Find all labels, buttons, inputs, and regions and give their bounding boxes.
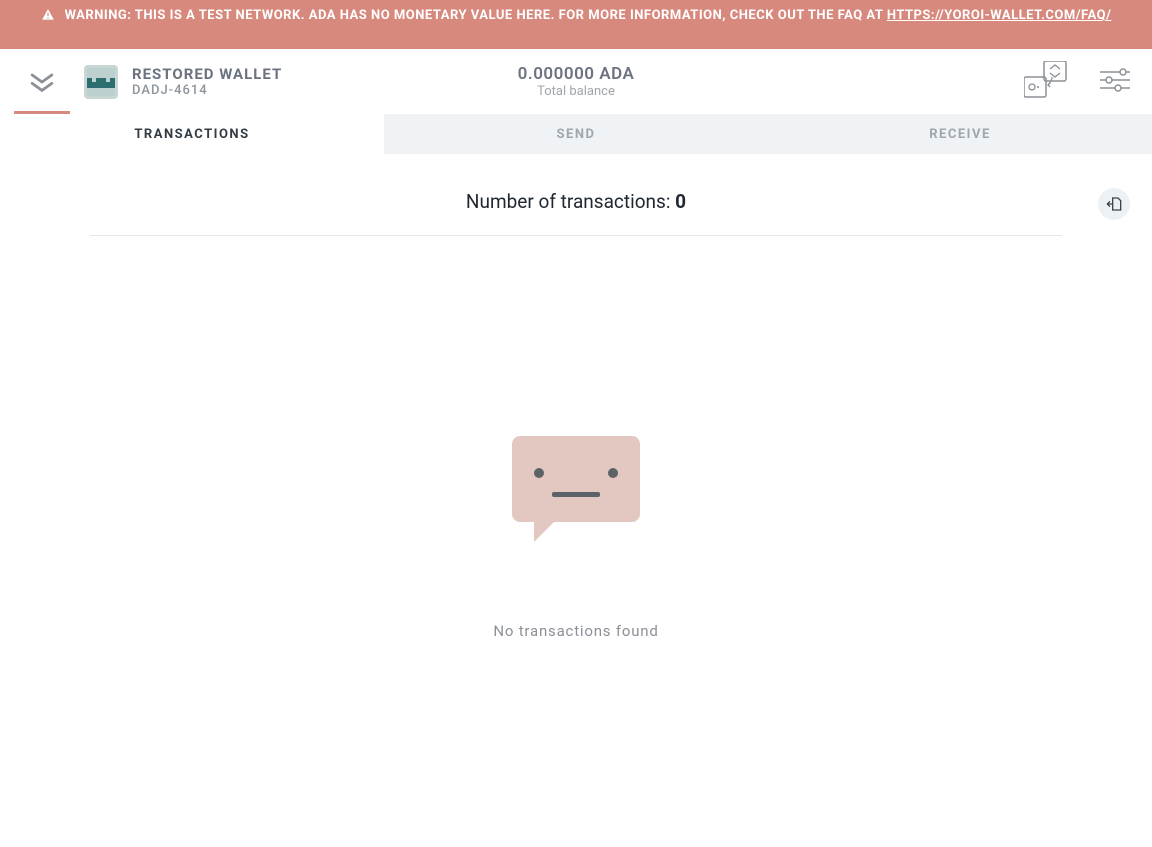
- export-button[interactable]: [1098, 188, 1130, 220]
- empty-face-icon: [512, 436, 640, 522]
- empty-state: No transactions found: [90, 436, 1062, 640]
- warning-faq-link[interactable]: HTTPS://YOROI-WALLET.COM/FAQ/: [887, 8, 1112, 23]
- export-file-icon: [1106, 196, 1122, 212]
- balance-amount: 0.000000 ADA: [518, 64, 635, 84]
- transfer-cards-icon: [1024, 61, 1068, 99]
- tx-count-label: Number of transactions:: [466, 190, 675, 213]
- tab-send[interactable]: SEND: [384, 114, 768, 154]
- warning-text: WARNING: THIS IS A TEST NETWORK. ADA HAS…: [65, 6, 1112, 26]
- content-area: Number of transactions: 0 No transaction…: [0, 154, 1152, 640]
- settings-button[interactable]: [1100, 68, 1130, 96]
- warning-banner: WARNING: THIS IS A TEST NETWORK. ADA HAS…: [0, 0, 1152, 49]
- wallet-identicon-icon: [84, 65, 118, 99]
- warning-icon: [41, 8, 55, 26]
- warning-prefix: WARNING: THIS IS A TEST NETWORK. ADA HAS…: [65, 8, 887, 23]
- tx-count-value: 0: [675, 190, 686, 213]
- tabs: TRANSACTIONS SEND RECEIVE: [0, 114, 1152, 154]
- back-chevrons-icon: [28, 68, 56, 96]
- wallet-info[interactable]: RESTORED WALLET DADJ-4614: [84, 65, 282, 99]
- navbar: RESTORED WALLET DADJ-4614 0.000000 ADA T…: [0, 49, 1152, 114]
- tab-transactions[interactable]: TRANSACTIONS: [0, 114, 384, 154]
- tab-receive[interactable]: RECEIVE: [768, 114, 1152, 154]
- sliders-icon: [1100, 68, 1130, 92]
- empty-state-text: No transactions found: [493, 622, 658, 640]
- transaction-count-row: Number of transactions: 0: [90, 190, 1062, 236]
- balance-label: Total balance: [518, 84, 635, 99]
- nav-menu-button[interactable]: [0, 49, 84, 114]
- balance-block: 0.000000 ADA Total balance: [518, 64, 635, 99]
- buy-sell-button[interactable]: [1024, 61, 1068, 103]
- wallet-hash: DADJ-4614: [132, 83, 282, 98]
- wallet-name: RESTORED WALLET: [132, 65, 282, 83]
